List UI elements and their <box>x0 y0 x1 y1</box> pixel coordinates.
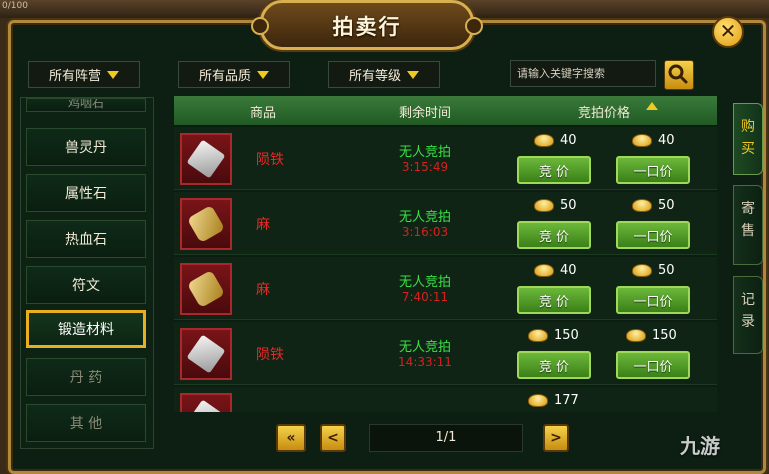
table-row[interactable]: 麻 无人竞拍 7:40:11 40 50 竞 价 一口价 <box>174 257 717 320</box>
prev-page-button[interactable]: < <box>320 424 346 452</box>
chevron-left-icon: < <box>327 430 339 446</box>
bid-price: 50 <box>534 196 604 214</box>
item-icon <box>180 393 232 412</box>
iron-ore-icon <box>186 334 226 374</box>
tab-consign[interactable]: 寄 售 <box>733 185 763 265</box>
bid-price: 40 <box>534 261 604 279</box>
item-icon <box>180 328 232 380</box>
item-icon <box>180 133 232 185</box>
sort-ascending-icon <box>646 102 658 110</box>
category-item-2[interactable]: 属性石 <box>26 174 146 212</box>
header-time: 剩余时间 <box>399 106 452 121</box>
item-name: 麻 <box>256 217 270 233</box>
level-filter-label: 所有等级 <box>348 69 401 84</box>
hemp-icon <box>186 269 226 309</box>
category-item-0[interactable]: 鸡咽石 <box>26 98 146 112</box>
auction-table: 商品 剩余时间 竞拍价格 陨铁 无人竞拍 3:15:49 40 40 竞 价 一… <box>174 96 717 412</box>
iron-ore-icon <box>186 139 226 179</box>
buyout-button[interactable]: 一口价 <box>616 286 690 314</box>
close-icon: ✕ <box>719 19 737 43</box>
header-item: 商品 <box>250 106 277 121</box>
search-icon <box>668 64 688 84</box>
category-item-1[interactable]: 兽灵丹 <box>26 128 146 166</box>
header-price[interactable]: 竞拍价格 <box>578 102 630 121</box>
bid-button[interactable]: 竞 价 <box>517 286 591 314</box>
buyout-button[interactable]: 一口价 <box>616 351 690 379</box>
first-page-button[interactable]: « <box>276 424 306 452</box>
quality-filter-label: 所有品质 <box>198 69 251 84</box>
gold-ingot-icon <box>632 263 652 277</box>
buyout-price: 50 <box>632 196 702 214</box>
tab-records[interactable]: 记 录 <box>733 276 763 354</box>
time-left: 3:16:03 <box>401 225 449 239</box>
chevron-down-icon <box>107 70 119 79</box>
item-icon <box>180 263 232 315</box>
gold-ingot-icon <box>534 198 554 212</box>
time-left: 14:33:11 <box>398 355 452 369</box>
buyout-price: 50 <box>632 261 702 279</box>
bid-status: 无人竞拍 <box>398 145 451 160</box>
category-item-4[interactable]: 符文 <box>26 266 146 304</box>
gold-ingot-icon <box>528 393 548 407</box>
title-plaque: 拍卖行 <box>251 0 483 50</box>
ornament-right <box>465 17 483 35</box>
table-row[interactable]: 陨铁 无人竞拍 14:33:11 150 150 竞 价 一口价 <box>174 322 717 385</box>
buyout-button[interactable]: 一口价 <box>616 156 690 184</box>
item-name: 陨铁 <box>256 152 284 168</box>
table-row[interactable]: 陨铁 无人竞拍 3:15:49 40 40 竞 价 一口价 <box>174 127 717 190</box>
page-indicator: 1/1 <box>369 424 523 452</box>
bid-button[interactable]: 竞 价 <box>517 156 591 184</box>
search-button[interactable] <box>664 60 694 90</box>
bid-button[interactable]: 竞 价 <box>517 351 591 379</box>
chevron-down-icon <box>257 70 269 79</box>
gold-ingot-icon <box>534 133 554 147</box>
hemp-icon <box>186 204 226 244</box>
item-name: 麻 <box>256 282 270 298</box>
buyout-price: 150 <box>626 326 696 344</box>
bid-status: 无人竞拍 <box>398 275 451 290</box>
bid-price: 40 <box>534 131 604 149</box>
faction-filter[interactable]: 所有阵营 <box>28 61 140 88</box>
item-icon <box>180 198 232 250</box>
category-item-5[interactable]: 锻造材料 <box>26 310 146 348</box>
chevron-right-icon: > <box>550 430 562 446</box>
bid-button[interactable]: 竞 价 <box>517 221 591 249</box>
bid-price: 177 <box>528 391 598 409</box>
gold-ingot-icon <box>632 198 652 212</box>
bid-status: 无人竞拍 <box>398 210 451 225</box>
chevron-down-icon <box>407 70 419 79</box>
search-input[interactable]: 请输入关键字搜索 <box>510 60 656 87</box>
time-left: 7:40:11 <box>401 290 449 304</box>
gold-ingot-icon <box>626 328 646 342</box>
table-row[interactable]: 177 <box>174 387 717 412</box>
iron-ore-icon <box>186 399 226 412</box>
double-chevron-left-icon: « <box>286 430 296 446</box>
category-item-7[interactable]: 其 他 <box>26 404 146 442</box>
next-page-button[interactable]: > <box>543 424 569 452</box>
gold-ingot-icon <box>528 328 548 342</box>
quality-filter[interactable]: 所有品质 <box>178 61 290 88</box>
tab-buy[interactable]: 购 买 <box>733 103 763 175</box>
buyout-price: 40 <box>632 131 702 149</box>
category-item-6[interactable]: 丹 药 <box>26 358 146 396</box>
gold-ingot-icon <box>632 133 652 147</box>
category-item-3[interactable]: 热血石 <box>26 220 146 258</box>
window-title: 拍卖行 <box>332 15 402 39</box>
table-row[interactable]: 麻 无人竞拍 3:16:03 50 50 竞 价 一口价 <box>174 192 717 255</box>
level-filter[interactable]: 所有等级 <box>328 61 440 88</box>
bid-status: 无人竞拍 <box>398 340 451 355</box>
hp-text: 0/100 <box>2 1 28 11</box>
category-panel: 鸡咽石 兽灵丹 属性石 热血石 符文 锻造材料 丹 药 其 他 <box>20 97 154 449</box>
buyout-button[interactable]: 一口价 <box>616 221 690 249</box>
item-name: 陨铁 <box>256 347 284 363</box>
time-left: 3:15:49 <box>401 160 449 174</box>
bid-price: 150 <box>528 326 598 344</box>
table-header: 商品 剩余时间 竞拍价格 <box>174 96 717 125</box>
watermark: 九游 <box>680 434 720 458</box>
faction-filter-label: 所有阵营 <box>48 69 101 84</box>
close-button[interactable]: ✕ <box>712 16 744 48</box>
gold-ingot-icon <box>534 263 554 277</box>
